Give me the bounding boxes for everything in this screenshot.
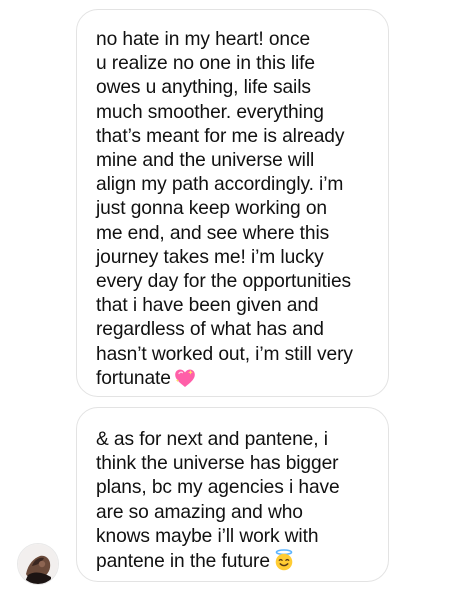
heart-with-sparkles-icon bbox=[174, 368, 196, 395]
message-text: no hate in my heart! once u realize no o… bbox=[96, 29, 353, 389]
avatar[interactable] bbox=[17, 543, 59, 585]
message-bubble[interactable]: & as for next and pantene, i think the u… bbox=[76, 407, 389, 582]
smiling-face-with-halo-icon bbox=[273, 549, 295, 578]
message-text: & as for next and pantene, i think the u… bbox=[96, 429, 340, 573]
message-bubble[interactable]: no hate in my heart! once u realize no o… bbox=[76, 9, 389, 397]
